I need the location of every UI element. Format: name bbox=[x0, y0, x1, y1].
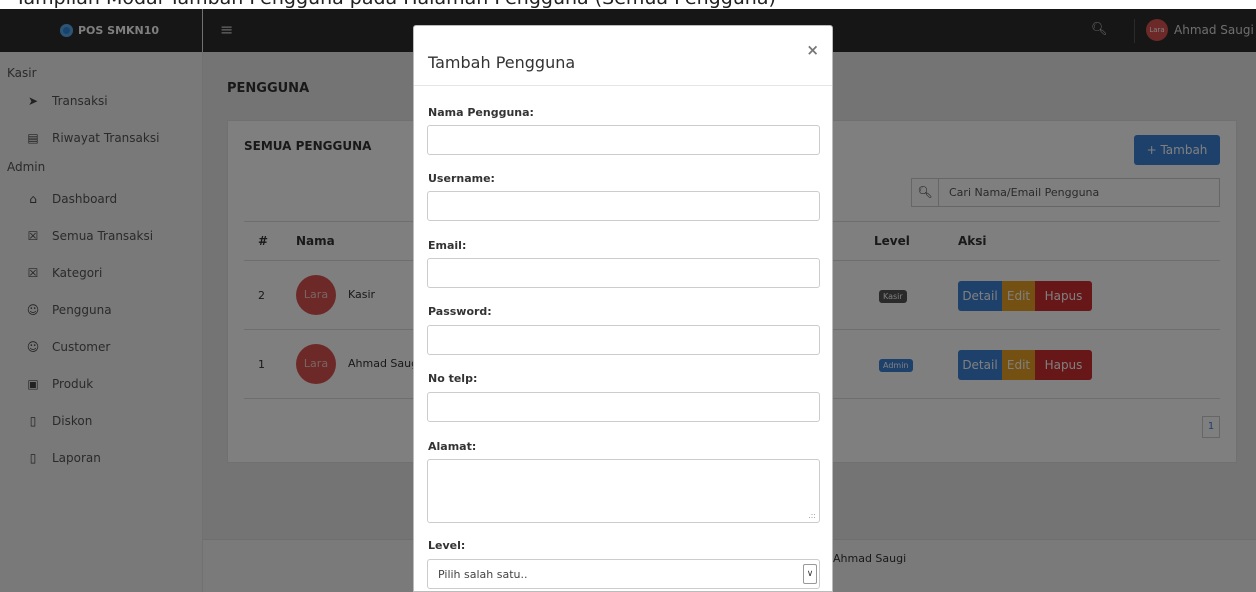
add-user-modal: Tambah Pengguna × Nama Pengguna: Usernam… bbox=[413, 25, 833, 592]
password-label: Password: bbox=[428, 305, 492, 318]
level-label: Level: bbox=[428, 539, 466, 552]
modal-header: Tambah Pengguna × bbox=[414, 26, 832, 86]
email-label: Email: bbox=[428, 239, 467, 252]
password-field[interactable] bbox=[427, 325, 820, 355]
close-icon[interactable]: × bbox=[806, 41, 819, 59]
caption-strip: Tampilan Modal Tambah Pengguna pada Hala… bbox=[0, 0, 1256, 9]
address-field[interactable]: .:: bbox=[427, 459, 820, 523]
name-label: Nama Pengguna: bbox=[428, 106, 534, 119]
name-field[interactable] bbox=[427, 125, 820, 155]
username-field[interactable] bbox=[427, 191, 820, 221]
caption-text: Tampilan Modal Tambah Pengguna pada Hala… bbox=[15, 0, 776, 9]
resize-handle-icon[interactable]: .:: bbox=[808, 511, 816, 520]
phone-field[interactable] bbox=[427, 392, 820, 422]
email-field[interactable] bbox=[427, 258, 820, 288]
level-select[interactable]: Pilih salah satu.. ∨ bbox=[427, 559, 820, 589]
level-selected: Pilih salah satu.. bbox=[438, 567, 528, 581]
modal-title: Tambah Pengguna bbox=[428, 53, 576, 72]
phone-label: No telp: bbox=[428, 372, 478, 385]
username-label: Username: bbox=[428, 172, 495, 185]
chevron-down-icon: ∨ bbox=[803, 564, 817, 584]
address-label: Alamat: bbox=[428, 440, 477, 453]
